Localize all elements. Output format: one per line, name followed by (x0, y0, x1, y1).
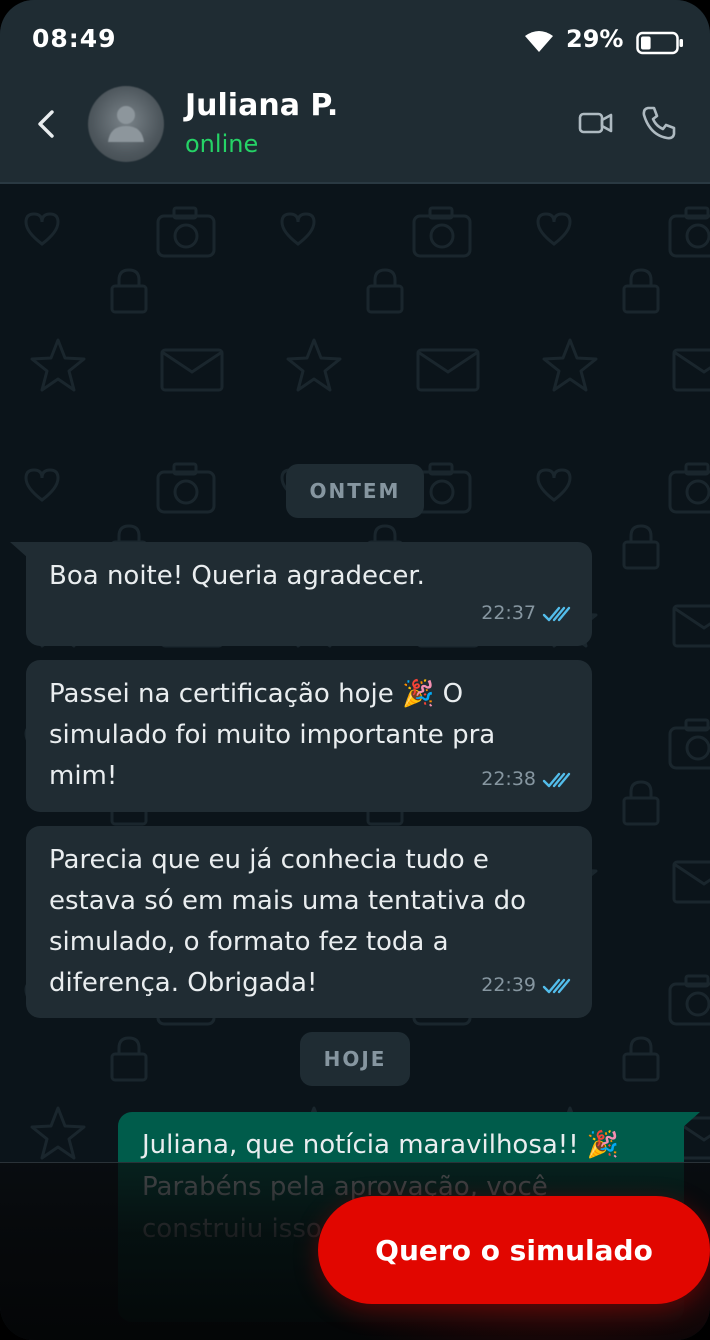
wallpaper-row-1 (24, 206, 710, 258)
chat-header: 08:49 29% Juliana P. online (0, 0, 710, 184)
date-separator-today: HOJE (300, 1032, 410, 1086)
date-separator-yesterday: ONTEM (286, 464, 424, 518)
cta-button[interactable]: Quero o simulado (318, 1196, 710, 1304)
phone-icon[interactable] (640, 104, 678, 142)
status-bar: 08:49 29% (0, 0, 710, 80)
message-text: Passei na certificação hoje 🎉 O simulado… (49, 679, 496, 791)
message-time: 22:39 (481, 974, 536, 996)
person-icon (108, 106, 144, 142)
incoming-message[interactable]: Boa noite! Queria agradecer. 22:37 (26, 542, 592, 646)
double-check-icon (542, 978, 571, 993)
message-text: Boa noite! Queria agradecer. (49, 561, 425, 591)
message-text: Parecia que eu já conhecia tudo e estava… (49, 845, 527, 998)
battery-icon (636, 31, 683, 55)
message-time: 22:37 (481, 602, 536, 624)
double-check-icon (542, 772, 571, 787)
message-meta: 22:38 (481, 759, 572, 800)
incoming-message[interactable]: Passei na certificação hoje 🎉 O simulado… (26, 660, 592, 812)
phone-screen: 08:49 29% Juliana P. online ONTEM Boa no… (0, 0, 710, 1340)
contact-name[interactable]: Juliana P. (185, 88, 338, 123)
message-meta: 22:39 (481, 965, 572, 1006)
status-time: 08:49 (32, 24, 117, 53)
contact-status: online (185, 130, 259, 158)
message-meta: 22:37 (481, 593, 572, 634)
bubble-tail (682, 1112, 700, 1128)
video-camera-icon[interactable] (578, 106, 614, 140)
wifi-icon (525, 31, 553, 52)
avatar[interactable] (88, 86, 164, 162)
back-chevron-icon[interactable] (30, 104, 66, 144)
double-check-icon (542, 606, 571, 621)
message-time: 22:38 (481, 768, 536, 790)
incoming-message[interactable]: Parecia que eu já conhecia tudo e estava… (26, 826, 592, 1018)
battery-percent: 29% (566, 25, 624, 53)
